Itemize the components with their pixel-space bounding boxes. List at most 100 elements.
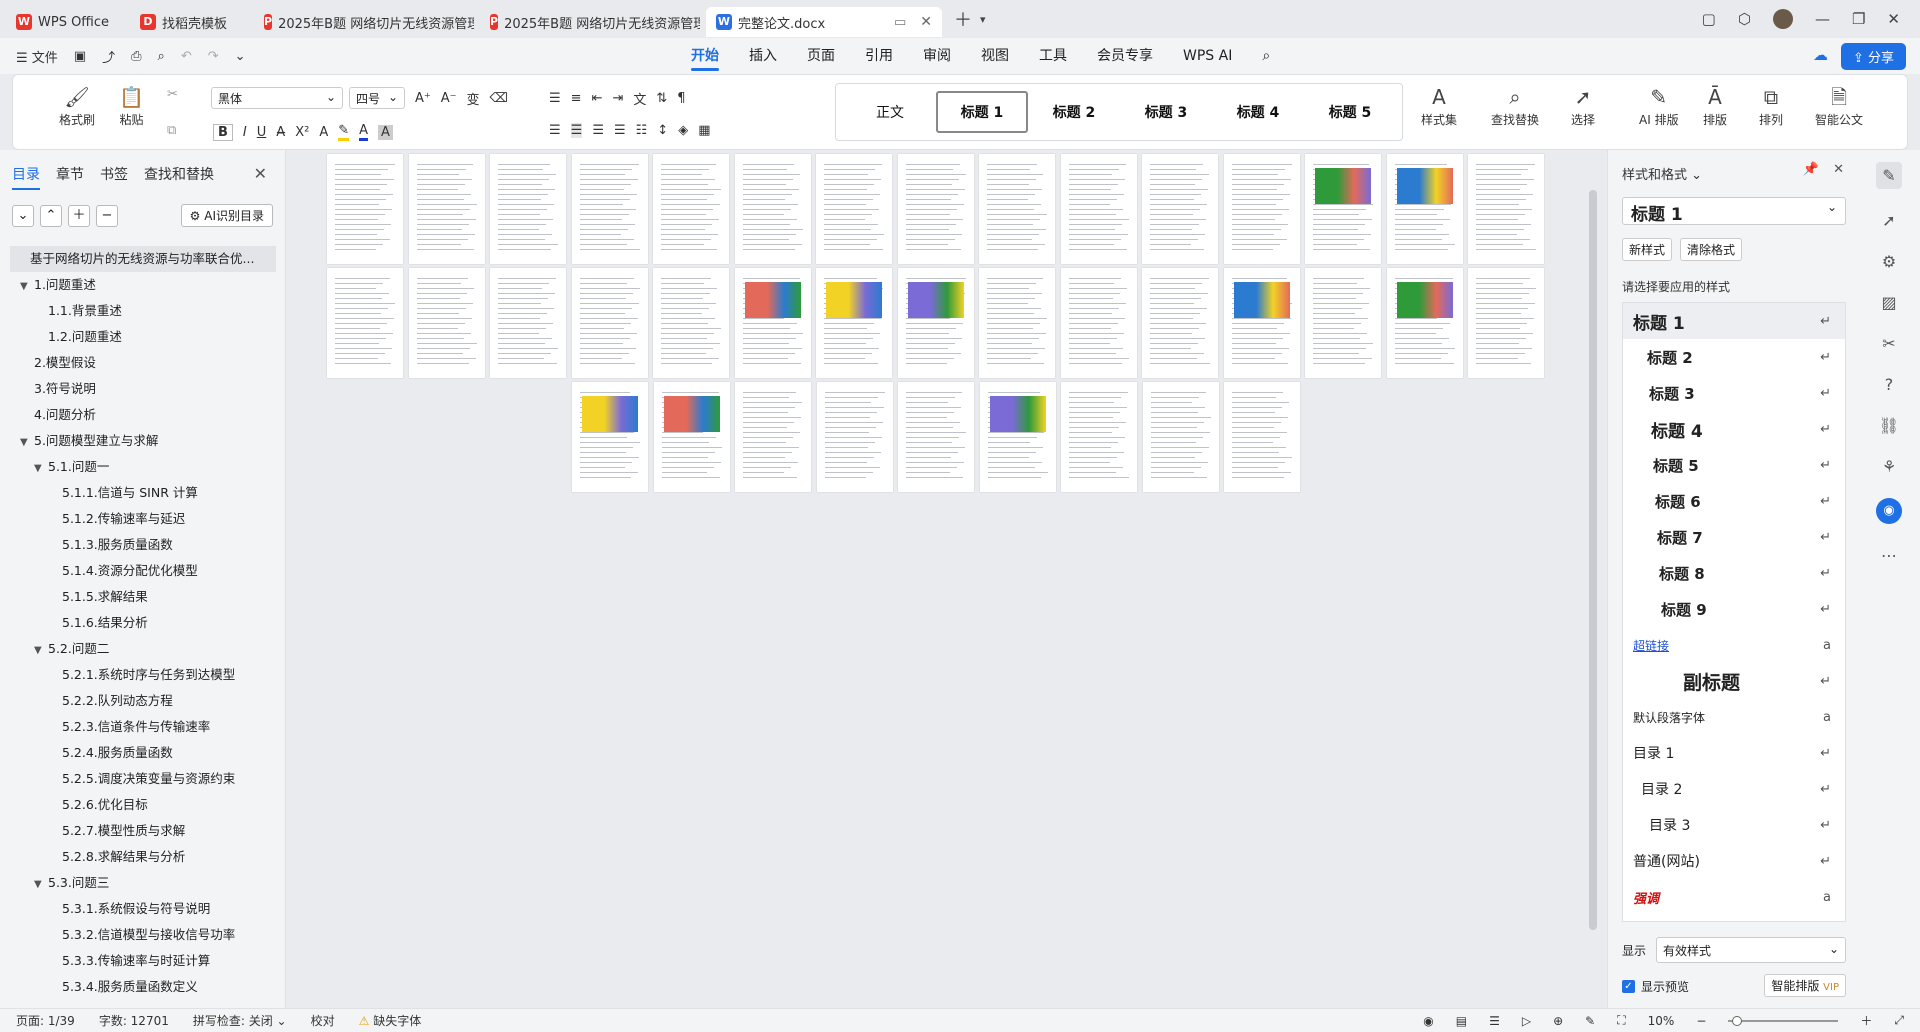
increase-indent-icon[interactable]: ⇥ xyxy=(612,91,623,106)
page-thumbnail[interactable] xyxy=(816,268,892,378)
page-thumbnail[interactable] xyxy=(816,382,893,492)
tab-list-icon[interactable]: ▾ xyxy=(980,13,986,26)
numbered-list-icon[interactable]: ≡ xyxy=(571,91,582,106)
toc-item[interactable]: 5.3.2.信道模型与接收信号功率 xyxy=(10,922,276,948)
toc-item[interactable]: 5.2.3.信道条件与传输速率 xyxy=(10,714,276,740)
style-list-item[interactable]: 标题 4 ↵ xyxy=(1623,411,1845,447)
tab-toc[interactable]: 目录 xyxy=(12,164,40,190)
page-thumbnail[interactable] xyxy=(1061,382,1137,492)
distribute-icon[interactable]: ☷ xyxy=(636,123,648,138)
phonetic-icon[interactable]: 变 xyxy=(467,89,480,108)
text-effect-icon[interactable]: A xyxy=(319,125,328,140)
page-thumbnail[interactable] xyxy=(1060,268,1137,378)
toc-item[interactable]: 4.问题分析 xyxy=(10,402,276,428)
italic-icon[interactable]: I xyxy=(243,125,247,140)
toc-item[interactable]: 5.3.3.传输速率与时延计算 xyxy=(10,948,276,974)
toc-item[interactable]: 5.3.1.系统假设与符号说明 xyxy=(10,896,276,922)
page-thumbnail[interactable] xyxy=(490,268,566,378)
page-thumbnail[interactable] xyxy=(1305,154,1381,264)
save-icon[interactable]: ▣ xyxy=(74,49,86,64)
zoom-in-icon[interactable]: ＋ xyxy=(1860,1012,1872,1029)
remove-button[interactable]: − xyxy=(96,204,118,227)
page-thumbnail[interactable] xyxy=(327,154,403,264)
format-painter-button[interactable]: 🖌 格式刷 xyxy=(59,83,95,128)
more-options-icon[interactable]: ⋯ xyxy=(1881,546,1897,565)
toc-item[interactable]: 5.1.1.信道与 SINR 计算 xyxy=(10,480,276,506)
chinese-layout-icon[interactable]: 文 xyxy=(633,89,646,108)
font-size-select[interactable]: 四号 ⌄ xyxy=(349,87,405,109)
style-list-item[interactable]: 标题 7 ↵ xyxy=(1623,519,1845,555)
paste-button[interactable]: 📋 粘贴 xyxy=(119,83,144,128)
find-replace-button[interactable]: ⌕ 查找替换 xyxy=(1491,83,1539,128)
page-thumbnail[interactable] xyxy=(734,154,811,264)
tab-active-document[interactable]: W 完整论文.docx ▭ ✕ xyxy=(706,7,942,37)
toc-item[interactable]: 5.2.8.求解结果与分析 xyxy=(10,844,276,870)
missing-font[interactable]: ⚠ 缺失字体 xyxy=(359,1012,422,1029)
page-thumbnail[interactable] xyxy=(653,154,729,264)
align-center-icon[interactable]: ☰ xyxy=(570,123,583,138)
style-list-item[interactable]: 标题 8 ↵ xyxy=(1623,555,1845,591)
layout-button[interactable]: Ā 排版 xyxy=(1703,83,1727,128)
tools-icon[interactable]: ✂ xyxy=(1882,334,1895,353)
ai-layout-button[interactable]: ✎ AI 排版 xyxy=(1639,83,1679,128)
style-list-item[interactable]: 普通(网站) ↵ xyxy=(1623,843,1845,879)
avatar[interactable] xyxy=(1772,9,1793,29)
page-thumbnail[interactable] xyxy=(1142,268,1218,378)
bold-icon[interactable]: B xyxy=(213,123,233,141)
tab-insert[interactable]: 插入 xyxy=(734,38,792,74)
hamburger-icon[interactable]: ☰ 文件 xyxy=(16,47,58,66)
close-window-icon[interactable]: ✕ xyxy=(1887,10,1900,28)
line-spacing-icon[interactable]: ↕ xyxy=(657,123,668,138)
minimize-icon[interactable]: — xyxy=(1815,10,1830,28)
collapse-button[interactable]: ⌄ xyxy=(12,204,34,227)
justify-icon[interactable]: ☰ xyxy=(614,123,626,138)
page-thumbnail[interactable] xyxy=(816,154,892,264)
page-thumbnail[interactable] xyxy=(653,268,729,378)
expand-arrow-icon[interactable]: ▼ xyxy=(20,430,34,454)
toc-item[interactable]: 5.2.6.优化目标 xyxy=(10,792,276,818)
page-thumbnail[interactable] xyxy=(979,382,1056,492)
zoom-slider[interactable] xyxy=(1728,1015,1839,1026)
show-marks-icon[interactable]: ¶ xyxy=(677,91,685,106)
redo-icon[interactable]: ↷ xyxy=(208,49,219,64)
smart-layout-button[interactable]: 智能排版 VIP xyxy=(1764,974,1846,997)
image-icon[interactable]: ▨ xyxy=(1881,293,1896,312)
current-style-select[interactable]: 标题 1 ⌄ xyxy=(1622,197,1846,225)
tab-bookmarks[interactable]: 书签 xyxy=(100,164,128,190)
toc-item[interactable]: 5.2.4.服务质量函数 xyxy=(10,740,276,766)
tab-chapters[interactable]: 章节 xyxy=(56,164,84,190)
page-thumbnail[interactable] xyxy=(572,382,648,492)
decrease-indent-icon[interactable]: ⇤ xyxy=(592,91,603,106)
page-thumbnail[interactable] xyxy=(898,382,974,492)
style-list-item[interactable]: 副标题 ↵ xyxy=(1623,663,1845,699)
new-tab-icon[interactable]: ＋ xyxy=(954,6,972,32)
border-icon[interactable]: ▦ xyxy=(698,123,710,138)
new-style-button[interactable]: 新样式 xyxy=(1622,238,1673,261)
arrange-button[interactable]: ⧉ 排列 xyxy=(1759,83,1783,128)
tab-home[interactable]: 开始 xyxy=(676,38,734,74)
page-thumbnail[interactable] xyxy=(734,268,811,378)
tab-wps-office[interactable]: W WPS Office xyxy=(6,7,124,37)
page-indicator[interactable]: 页面: 1/39 xyxy=(16,1012,75,1029)
style-list-item[interactable]: 目录 1 ↵ xyxy=(1623,735,1845,771)
style-list-item[interactable]: 目录 2 ↵ xyxy=(1623,771,1845,807)
print-preview-icon[interactable]: ⌕ xyxy=(158,49,165,64)
page-thumbnail[interactable] xyxy=(408,154,485,264)
smart-doc-button[interactable]: 🗎 智能公文 xyxy=(1815,83,1863,128)
pen-icon[interactable]: ✎ xyxy=(1876,162,1902,189)
undo-icon[interactable]: ↶ xyxy=(181,49,192,64)
page-thumbnail[interactable] xyxy=(653,382,730,492)
toc-item[interactable]: 1.1.背景重述 xyxy=(10,298,276,324)
style-heading-3[interactable]: 标题 3 xyxy=(1120,91,1212,133)
align-right-icon[interactable]: ☰ xyxy=(592,123,604,138)
bullet-list-icon[interactable]: ☰ xyxy=(549,91,561,106)
style-list-item[interactable]: 目录 3 ↵ xyxy=(1623,807,1845,843)
page-thumbnail[interactable] xyxy=(571,154,648,264)
tab-references[interactable]: 引用 xyxy=(850,38,908,74)
page-thumbnail[interactable] xyxy=(1142,154,1218,264)
page-thumbnail[interactable] xyxy=(1223,268,1300,378)
toc-item[interactable]: 5.1.4.资源分配优化模型 xyxy=(10,558,276,584)
style-list-item[interactable]: 默认段落字体 a xyxy=(1623,699,1845,735)
page-thumbnail[interactable] xyxy=(327,268,403,378)
underline-icon[interactable]: U xyxy=(257,125,267,140)
